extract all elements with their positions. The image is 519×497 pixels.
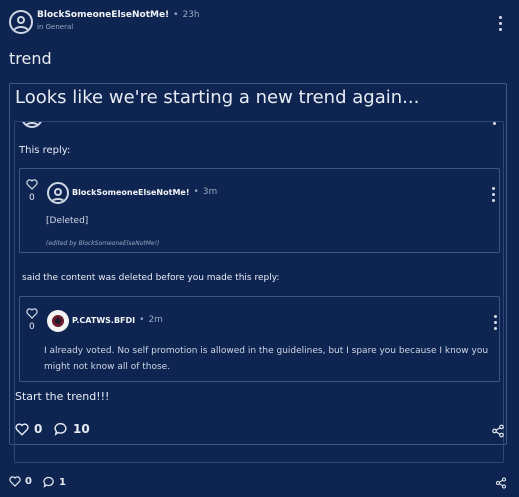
comment-count: 10 [73, 422, 90, 436]
reply-author[interactable]: P.CATWS.BFDI [72, 316, 135, 325]
quote-like-button[interactable]: 0 [15, 422, 42, 436]
heart-icon[interactable] [26, 308, 38, 319]
reply-author[interactable]: BlockSomeoneElseNotMe! [72, 188, 189, 197]
quote-footer: Start the trend!!! [15, 390, 110, 403]
post-title: trend [9, 49, 52, 68]
meta-separator: • [139, 315, 145, 325]
meta-separator: • [193, 187, 199, 197]
comment-icon [43, 476, 54, 488]
cropped-menu-dot-icon [493, 122, 496, 125]
share-icon[interactable] [491, 424, 505, 438]
heart-icon [9, 476, 21, 487]
pcatws-avatar[interactable] [47, 310, 69, 332]
comment-icon [54, 423, 67, 436]
reply-more-menu-icon[interactable] [494, 315, 498, 333]
reply-more-menu-icon[interactable] [492, 187, 496, 205]
heart-icon [15, 422, 29, 436]
quote-middle: said the content was deleted before you … [22, 273, 280, 283]
post-like-button[interactable]: 0 [9, 476, 32, 487]
heart-icon[interactable] [26, 179, 38, 190]
post-time: 23h [182, 10, 200, 20]
edited-note: (edited by BlockSomeoneElseNotMe!) [46, 240, 160, 247]
reply-body: [Deleted] [46, 216, 89, 226]
share-icon[interactable] [495, 477, 507, 489]
reply-body: I already voted. No self promotion is al… [44, 346, 489, 372]
post-category[interactable]: in General [37, 23, 73, 31]
post-comment-button[interactable]: 1 [43, 476, 66, 488]
reply-card-deleted: 0 BlockSomeoneElseNotMe! • 3m [Deleted] … [19, 168, 500, 253]
quote-comment-button[interactable]: 10 [54, 422, 90, 436]
quote-heading: Looks like we're starting a new trend ag… [15, 87, 420, 108]
like-count: 0 [25, 476, 32, 487]
reply-vote-count: 0 [29, 193, 35, 203]
quote-intro: This reply: [19, 145, 71, 156]
reply-vote-count: 0 [29, 322, 35, 332]
cropped-avatar-icon [21, 122, 43, 128]
comment-count: 1 [59, 476, 66, 488]
reply-time: 3m [202, 187, 218, 197]
post-more-menu-icon[interactable] [499, 16, 503, 34]
post-author[interactable]: BlockSomeoneElseNotMe! [37, 10, 169, 20]
author-avatar[interactable] [9, 10, 33, 34]
like-count: 0 [34, 422, 43, 436]
reply-time: 2m [148, 315, 163, 325]
reply-author-avatar[interactable] [47, 182, 69, 204]
meta-separator: • [173, 10, 179, 20]
reply-card-pcatws: 0 P.CATWS.BFDI • 2m I already voted. No … [19, 296, 500, 382]
quote-block: Looks like we're starting a new trend ag… [9, 83, 507, 463]
